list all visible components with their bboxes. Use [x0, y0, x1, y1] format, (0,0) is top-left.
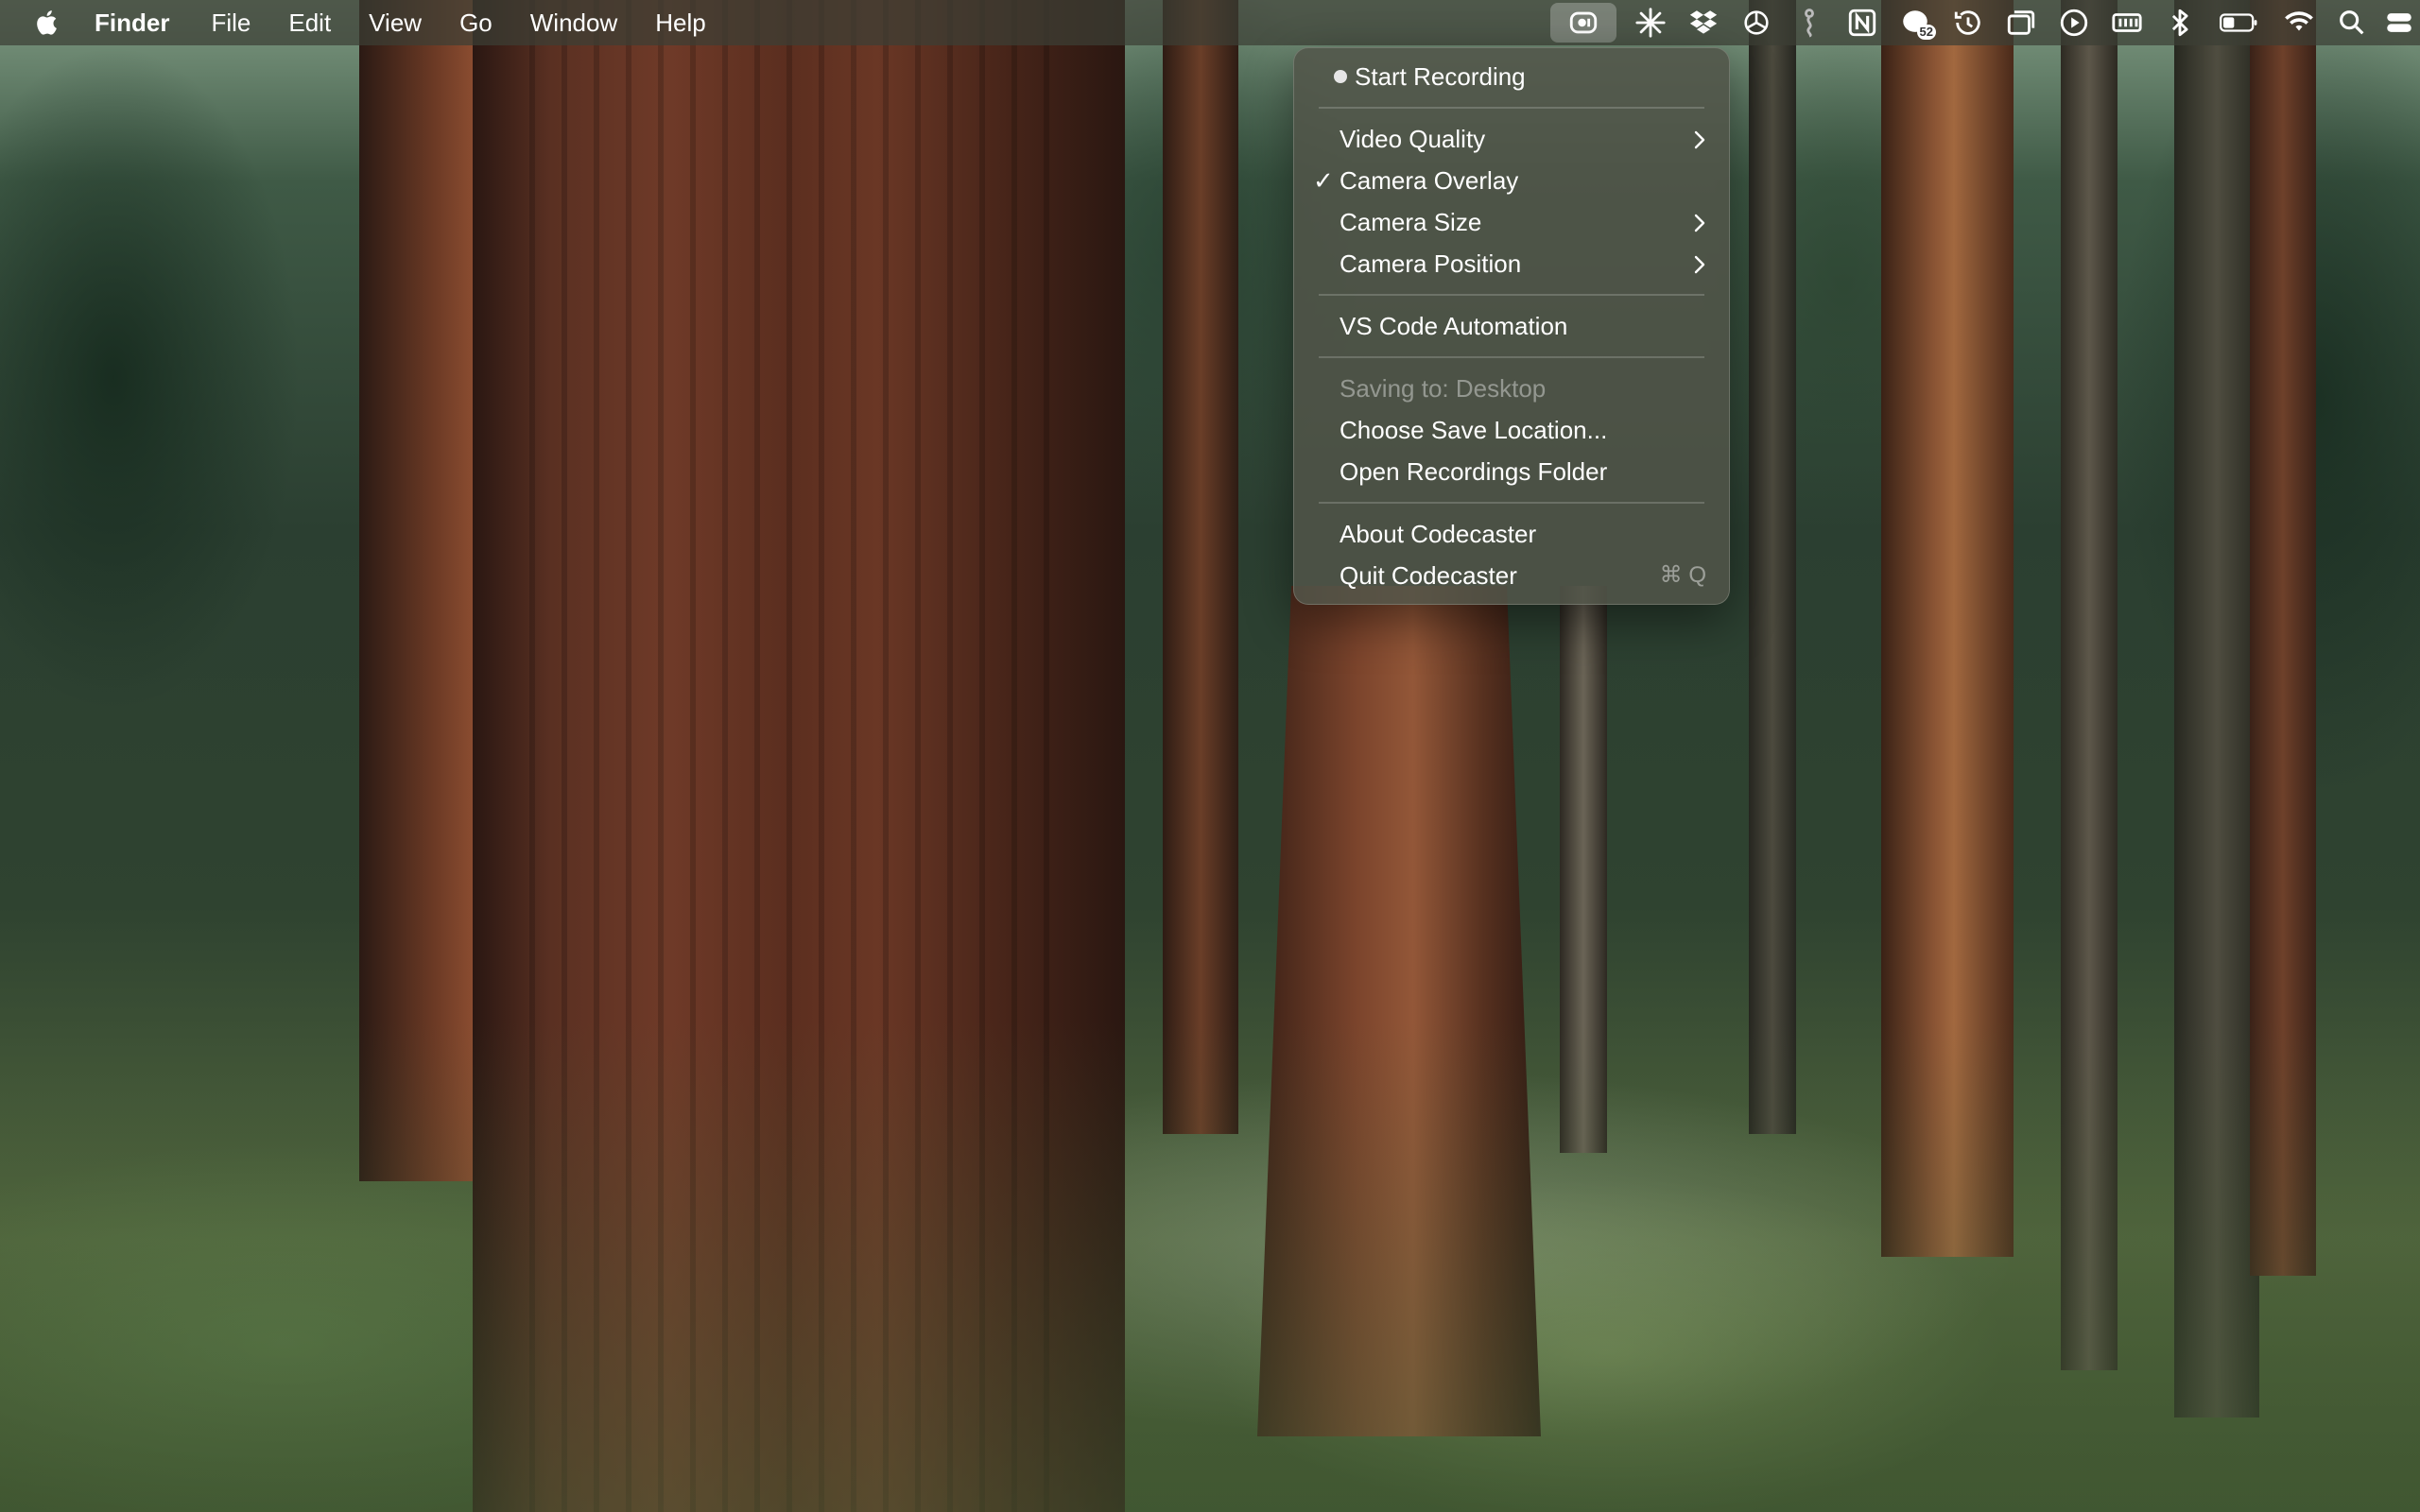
memory-icon[interactable] — [2100, 0, 2153, 45]
notion-icon[interactable] — [1836, 0, 1889, 45]
menu-go[interactable]: Go — [459, 9, 493, 38]
play-icon[interactable] — [2048, 0, 2100, 45]
camera-size-label: Camera Size — [1340, 208, 1482, 236]
quit-shortcut: ⌘ Q — [1659, 562, 1706, 588]
menu-bar-left: Finder File Edit View Go Window Help — [0, 0, 744, 45]
figure-icon[interactable] — [1783, 0, 1836, 45]
saving-to-label: Saving to: Desktop — [1340, 374, 1547, 403]
menu-edit[interactable]: Edit — [288, 9, 331, 38]
vscode-automation-item[interactable]: VS Code Automation — [1294, 305, 1729, 347]
app-menu-finder[interactable]: Finder — [95, 9, 169, 38]
time-machine-icon[interactable] — [1942, 0, 1995, 45]
window-switcher-icon[interactable] — [1995, 0, 2048, 45]
menu-window[interactable]: Window — [530, 9, 617, 38]
tree-trunk — [1749, 0, 1796, 1134]
chevron-right-icon — [1694, 214, 1705, 232]
quit-label: Quit Codecaster — [1340, 561, 1517, 590]
apple-logo-icon[interactable] — [34, 9, 62, 37]
about-item[interactable]: About Codecaster — [1294, 513, 1729, 555]
open-recordings-folder-item[interactable]: Open Recordings Folder — [1294, 451, 1729, 492]
vscode-automation-label: VS Code Automation — [1340, 312, 1568, 340]
chevron-right-icon — [1694, 130, 1705, 149]
open-recordings-folder-label: Open Recordings Folder — [1340, 457, 1608, 486]
forest-mist — [0, 1021, 2420, 1512]
menu-separator — [1319, 502, 1704, 504]
choose-save-location-label: Choose Save Location... — [1340, 416, 1608, 444]
openai-icon[interactable] — [1730, 0, 1783, 45]
desktop-wallpaper — [0, 0, 2420, 1512]
notification-badge: 52 — [1916, 25, 1936, 40]
dropbox-icon[interactable] — [1677, 0, 1730, 45]
camera-overlay-label: Camera Overlay — [1340, 166, 1519, 195]
tree-trunk — [1163, 0, 1238, 1134]
chevron-right-icon — [1694, 255, 1705, 274]
menu-bar: Finder File Edit View Go Window Help 52 — [0, 0, 2420, 45]
control-center-icon[interactable] — [2378, 0, 2420, 45]
camera-position-item[interactable]: Camera Position — [1294, 243, 1729, 284]
bluetooth-icon[interactable] — [2153, 0, 2206, 45]
spotlight-search-icon[interactable] — [2325, 0, 2378, 45]
camera-size-item[interactable]: Camera Size — [1294, 201, 1729, 243]
wifi-icon[interactable] — [2273, 0, 2325, 45]
start-recording-item[interactable]: Start Recording — [1294, 56, 1729, 97]
menu-view[interactable]: View — [369, 9, 422, 38]
about-label: About Codecaster — [1340, 520, 1537, 548]
video-quality-item[interactable]: Video Quality — [1294, 118, 1729, 160]
battery-icon[interactable] — [2206, 0, 2273, 45]
menu-separator — [1319, 356, 1704, 358]
quit-item[interactable]: Quit Codecaster ⌘ Q — [1294, 555, 1729, 596]
checkmark-icon: ✓ — [1313, 166, 1334, 195]
camera-overlay-item[interactable]: ✓ Camera Overlay — [1294, 160, 1729, 201]
menu-file[interactable]: File — [211, 9, 251, 38]
menu-help[interactable]: Help — [655, 9, 705, 38]
menu-separator — [1319, 107, 1704, 109]
menu-bar-status-area: 52 — [1543, 0, 2420, 45]
sparkle-icon[interactable] — [1624, 0, 1677, 45]
saving-to-item: Saving to: Desktop — [1294, 368, 1729, 409]
video-quality-label: Video Quality — [1340, 125, 1486, 153]
codecaster-record-icon[interactable] — [1550, 3, 1616, 43]
messages-badge-icon[interactable]: 52 — [1889, 0, 1942, 45]
codecaster-menu: Start Recording Video Quality ✓ Camera O… — [1293, 47, 1730, 605]
choose-save-location-item[interactable]: Choose Save Location... — [1294, 409, 1729, 451]
record-dot-icon — [1334, 70, 1347, 83]
start-recording-label: Start Recording — [1355, 62, 1526, 91]
camera-position-label: Camera Position — [1340, 249, 1522, 278]
menu-separator — [1319, 294, 1704, 296]
